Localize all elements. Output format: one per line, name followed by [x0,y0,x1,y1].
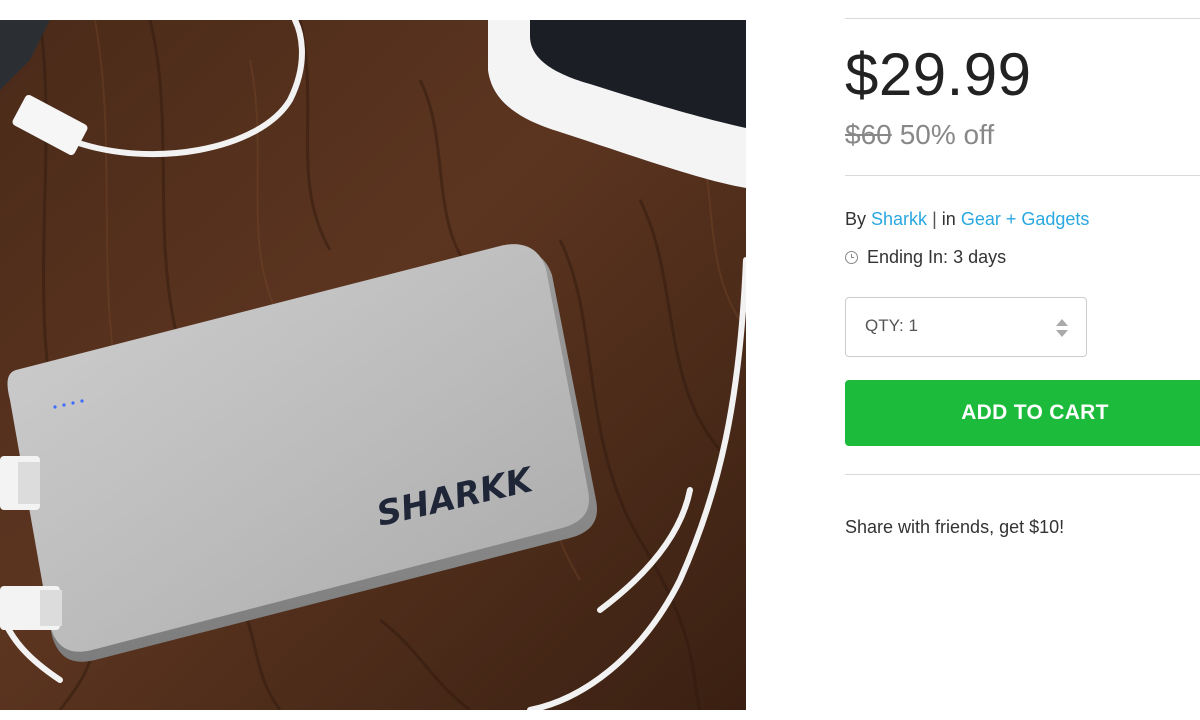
clock-icon [845,250,858,264]
original-price-row: $60 50% off [845,118,994,152]
share-text: Share with friends, get $10! [845,517,1065,537]
vendor-link[interactable]: Sharkk [871,209,927,229]
in-prefix: in [941,209,956,229]
original-price: $60 [845,119,892,150]
product-image: SHARKK [0,20,746,710]
ending-label: Ending In: 3 days [867,247,1007,267]
divider [845,175,1200,176]
quantity-label: QTY: 1 [865,316,918,335]
category-link[interactable]: Gear + Gadgets [961,209,1090,229]
vendor-line: By Sharkk | in Gear + Gadgets [845,207,1089,231]
ending-info: Ending In: 3 days [845,245,1006,269]
sale-price: $29.99 [845,41,1032,108]
discount-label: 50% off [899,119,995,150]
updown-arrows-icon [1056,317,1068,339]
divider [845,474,1200,475]
separator: | [932,209,937,229]
purchase-panel: $29.99 $60 50% off By Sharkk | in Gear + … [845,18,1200,578]
by-prefix: By [845,209,867,229]
add-to-cart-button[interactable]: ADD TO CART [845,380,1200,446]
quantity-select[interactable]: QTY: 1 [845,297,1087,357]
product-photo: SHARKK [0,20,746,710]
divider [845,18,1200,19]
